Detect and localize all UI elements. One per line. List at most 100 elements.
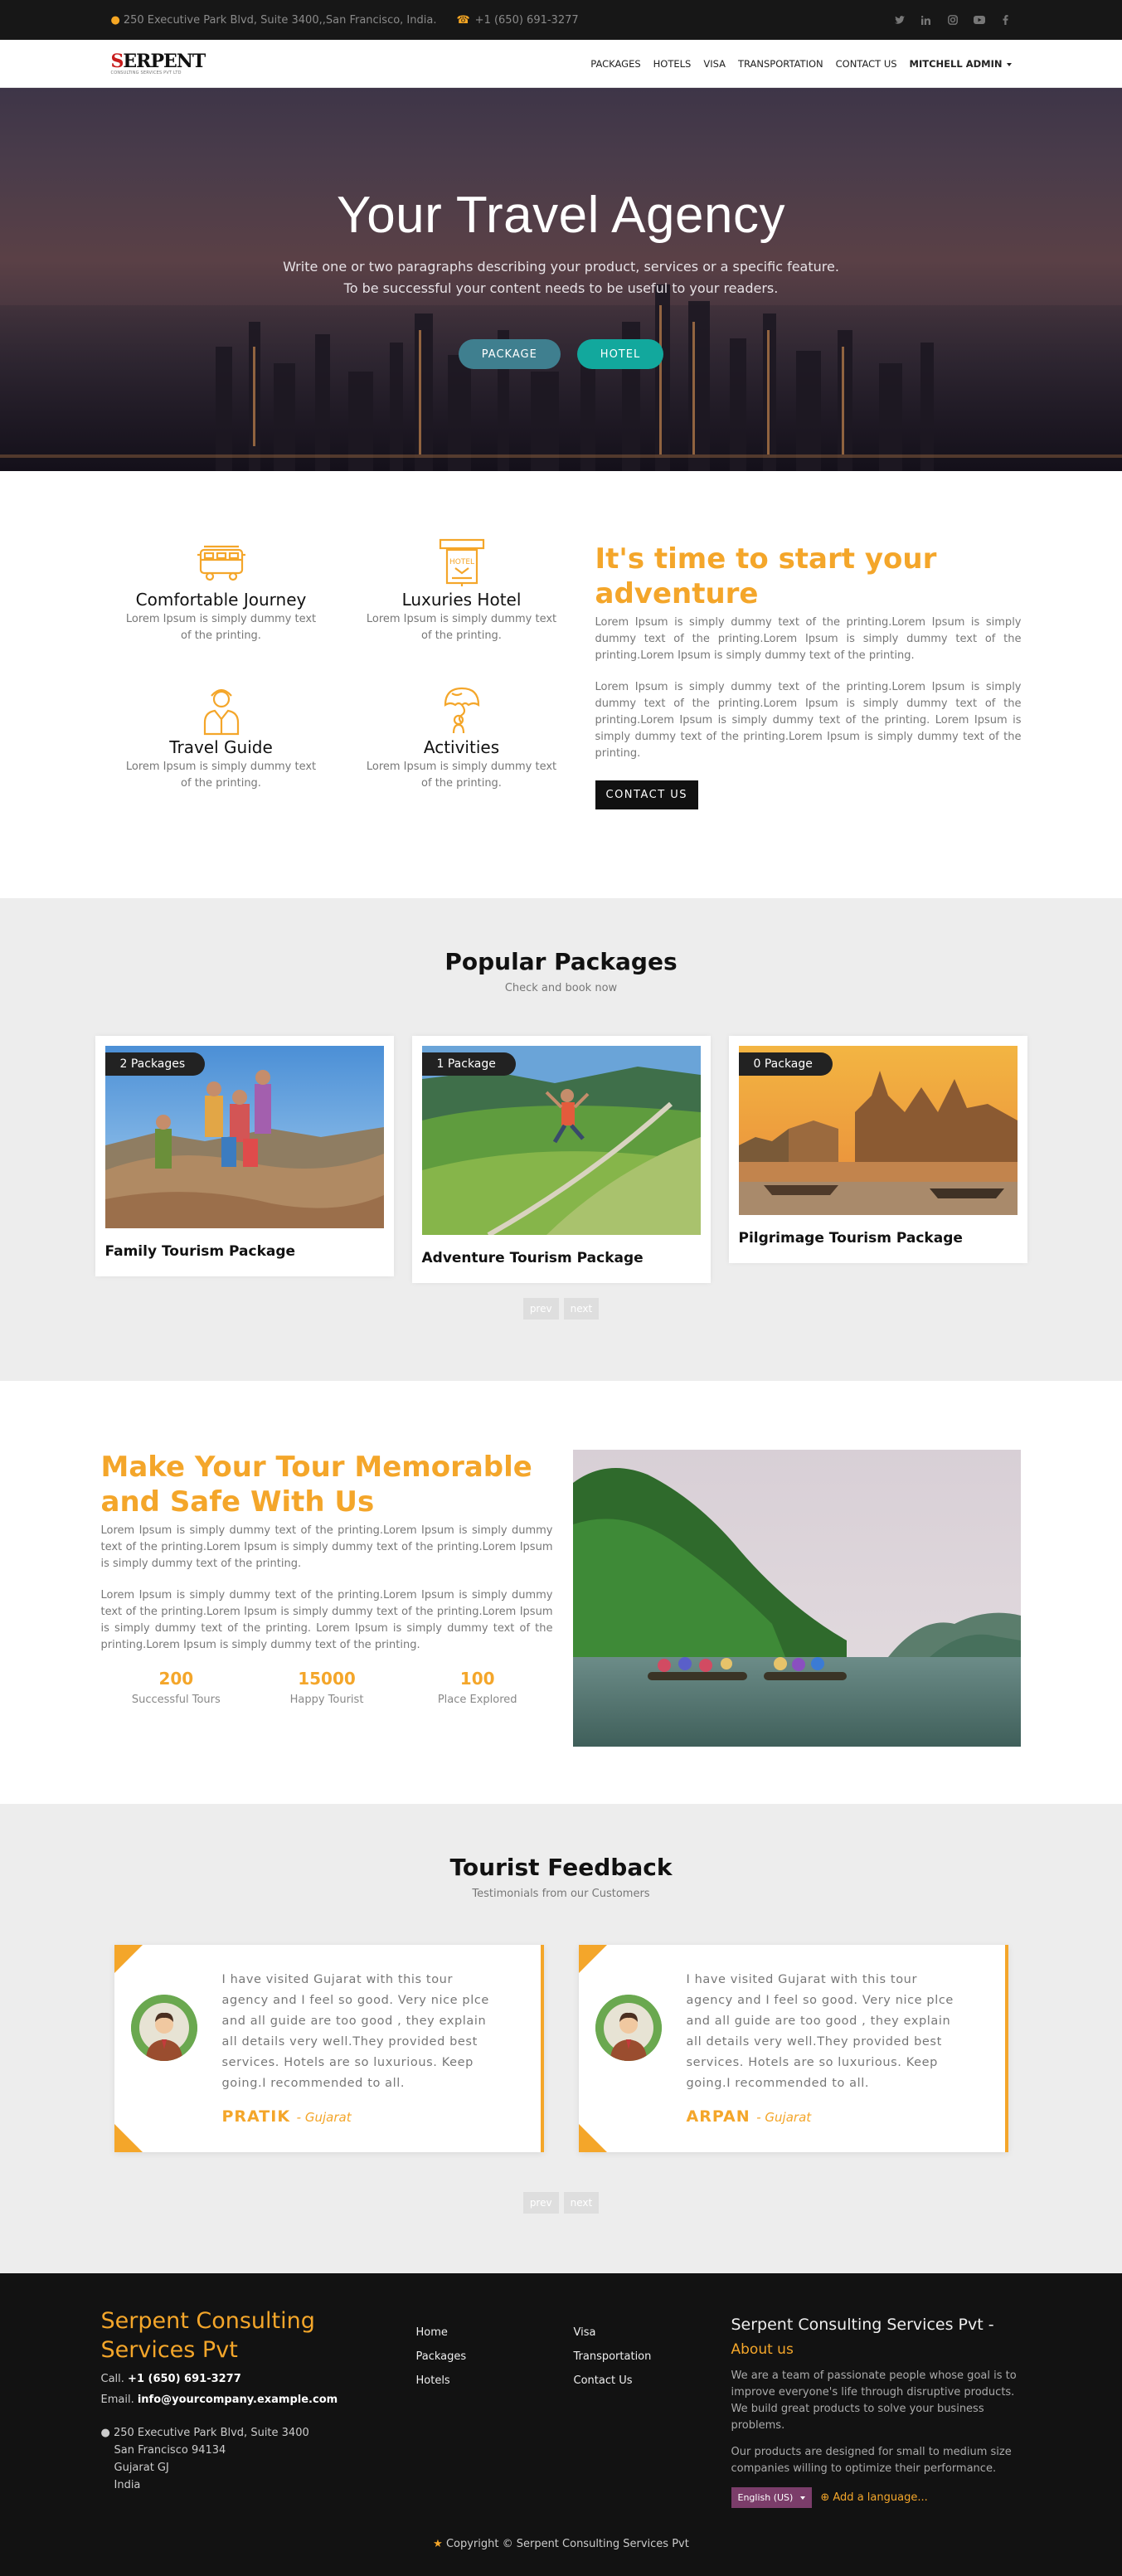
footer-email[interactable]: info@yourcompany.example.com — [138, 2394, 338, 2406]
corner-accent — [578, 1945, 607, 1973]
stats-row: 200 Successful Tours 15000 Happy Tourist… — [101, 1669, 553, 1706]
package-count-badge: 1 Package — [421, 1052, 516, 1076]
topbar-address: 250 Executive Park Blvd, Suite 3400,,San… — [123, 13, 437, 27]
footer-links-2: Visa Transportation Contact Us — [574, 2306, 731, 2508]
stat-value: 15000 — [298, 1669, 356, 1689]
hotel-button[interactable]: HOTEL — [576, 339, 664, 369]
adventure-title: It's time to start your adventure — [595, 542, 937, 610]
contact-us-button[interactable]: CONTACT US — [595, 780, 699, 809]
hotel-icon: HOTEL — [342, 538, 582, 586]
next-button[interactable]: next — [563, 1298, 600, 1320]
stat-happy-tourist: 15000 Happy Tourist — [251, 1669, 402, 1706]
nav-item-hotels[interactable]: HOTELS — [653, 58, 692, 70]
hero-title: Your Travel Agency — [337, 187, 785, 244]
footer-phone[interactable]: +1 (650) 691-3277 — [128, 2373, 241, 2385]
map-marker-icon: ● — [100, 2427, 110, 2439]
package-name[interactable]: Family Tourism Package — [105, 1243, 384, 1260]
lake-boats-image — [572, 1450, 1021, 1747]
chevron-down-icon — [1006, 62, 1012, 66]
footer-link-visa[interactable]: Visa — [574, 2326, 731, 2339]
memorable-paragraph-2: Lorem Ipsum is simply dummy text of the … — [100, 1589, 553, 1651]
stat-label: Successful Tours — [131, 1694, 221, 1706]
feature-title: Activities — [423, 736, 500, 757]
feature-desc: Lorem Ipsum is simply dummy text of the … — [366, 613, 557, 642]
footer-link-transportation[interactable]: Transportation — [574, 2350, 731, 2363]
package-count-badge: 0 Package — [738, 1052, 833, 1076]
packages-pager: prev next — [0, 1298, 1122, 1320]
package-card[interactable]: 0 Package Pilgrimage Tourism Package — [728, 1036, 1027, 1263]
linkedin-icon[interactable] — [920, 14, 932, 26]
nav-item-packages[interactable]: PACKAGES — [590, 58, 640, 70]
add-language-link[interactable]: ⊕ Add a language... — [820, 2491, 927, 2504]
feature-title: Comfortable Journey — [135, 590, 307, 610]
adventure-paragraph-1: Lorem Ipsum is simply dummy text of the … — [595, 616, 1022, 662]
hero-text-line2: To be successful your content needs to b… — [343, 280, 779, 296]
facebook-icon[interactable] — [1000, 14, 1012, 26]
testimonial-place: - Gujarat — [296, 2110, 352, 2125]
email-label: Email. — [100, 2394, 134, 2406]
nav-item-visa[interactable]: VISA — [703, 58, 726, 70]
feature-title: Travel Guide — [169, 736, 273, 757]
nav-item-contact-us[interactable]: CONTACT US — [836, 58, 897, 70]
testimonial-place: - Gujarat — [756, 2110, 812, 2125]
twitter-icon[interactable] — [894, 14, 906, 26]
hero-text-line1: Write one or two paragraphs describing y… — [283, 259, 839, 275]
stat-label: Place Explored — [437, 1694, 517, 1706]
copyright: ★ Copyright © Serpent Consulting Service… — [0, 2538, 1122, 2550]
footer-link-contact-us[interactable]: Contact Us — [574, 2374, 731, 2387]
memorable-title: Make Your Tour Memorable and Safe With U… — [100, 1451, 532, 1519]
user-menu[interactable]: MITCHELL ADMIN — [910, 58, 1012, 70]
add-language-label: Add a language... — [833, 2491, 928, 2504]
language-label: English (US) — [737, 2492, 794, 2503]
topbar-phone[interactable]: +1 (650) 691-3277 — [475, 14, 579, 27]
address-line: Gujarat GJ — [114, 2462, 169, 2474]
main-navbar: SERPENT CONSULTING SERVICES PVT LTD PACK… — [0, 40, 1122, 88]
nav-item-transportation[interactable]: TRANSPORTATION — [738, 58, 823, 70]
avatar — [130, 1995, 197, 2061]
instagram-icon[interactable] — [947, 14, 959, 26]
about-paragraph-1: We are a team of passionate people whose… — [731, 2369, 1017, 2432]
site-footer: Serpent Consulting Services Pvt Call. +1… — [0, 2273, 1122, 2576]
user-name: MITCHELL ADMIN — [909, 58, 1003, 70]
social-links — [894, 14, 1022, 26]
nav-menu: PACKAGES HOTELS VISA TRANSPORTATION CONT… — [590, 58, 1012, 70]
section-title: Tourist Feedback — [449, 1854, 673, 1881]
package-button[interactable]: PACKAGE — [458, 339, 561, 369]
feature-desc: Lorem Ipsum is simply dummy text of the … — [366, 760, 557, 790]
testimonial-author: ARPAN — [686, 2107, 750, 2126]
package-name[interactable]: Pilgrimage Tourism Package — [739, 1230, 1018, 1247]
about-company-name: Serpent Consulting Services Pvt - — [731, 2316, 994, 2334]
package-count-badge: 2 Packages — [104, 1052, 206, 1076]
feature-desc: Lorem Ipsum is simply dummy text of the … — [125, 613, 317, 642]
section-title: Popular Packages — [444, 948, 678, 975]
stat-value: 100 — [459, 1669, 495, 1689]
stat-label: Happy Tourist — [289, 1694, 364, 1706]
footer-link-home[interactable]: Home — [416, 2326, 574, 2339]
package-name[interactable]: Adventure Tourism Package — [422, 1250, 701, 1266]
company-logo[interactable]: SERPENT CONSULTING SERVICES PVT LTD — [111, 51, 206, 77]
footer-company-name: Serpent Consulting Services Pvt — [100, 2308, 315, 2363]
package-card[interactable]: 2 Packages Family Tourism Package — [95, 1036, 394, 1276]
bus-icon — [101, 542, 342, 585]
footer-link-hotels[interactable]: Hotels — [416, 2374, 574, 2387]
stat-value: 200 — [158, 1669, 194, 1689]
prev-button[interactable]: prev — [522, 1298, 559, 1320]
top-info-bar: ● 250 Executive Park Blvd, Suite 3400,,S… — [0, 0, 1122, 40]
feature-comfortable-journey: Comfortable Journey Lorem Ipsum is simpl… — [101, 542, 342, 663]
map-marker-icon: ● — [110, 13, 120, 27]
next-button[interactable]: next — [563, 2192, 600, 2214]
testimonial-text: I have visited Gujarat with this tour ag… — [221, 1973, 489, 2090]
package-card[interactable]: 1 Package Adventure Tourism Package — [411, 1036, 711, 1283]
section-subtitle: Testimonials from our Customers — [472, 1888, 650, 1900]
memorable-paragraph-1: Lorem Ipsum is simply dummy text of the … — [100, 1524, 553, 1570]
address-line: India — [114, 2479, 141, 2491]
svg-text:HOTEL: HOTEL — [449, 558, 474, 566]
language-selector[interactable]: English (US) — [731, 2487, 813, 2508]
prev-button[interactable]: prev — [522, 2192, 559, 2214]
feature-activities: Activities Lorem Ipsum is simply dummy t… — [342, 687, 582, 810]
footer-link-packages[interactable]: Packages — [416, 2350, 574, 2363]
guide-icon — [101, 688, 342, 735]
plus-circle-icon: ⊕ — [820, 2491, 830, 2504]
youtube-icon[interactable] — [973, 14, 985, 26]
hero-banner: Your Travel Agency Write one or two para… — [0, 88, 1122, 471]
